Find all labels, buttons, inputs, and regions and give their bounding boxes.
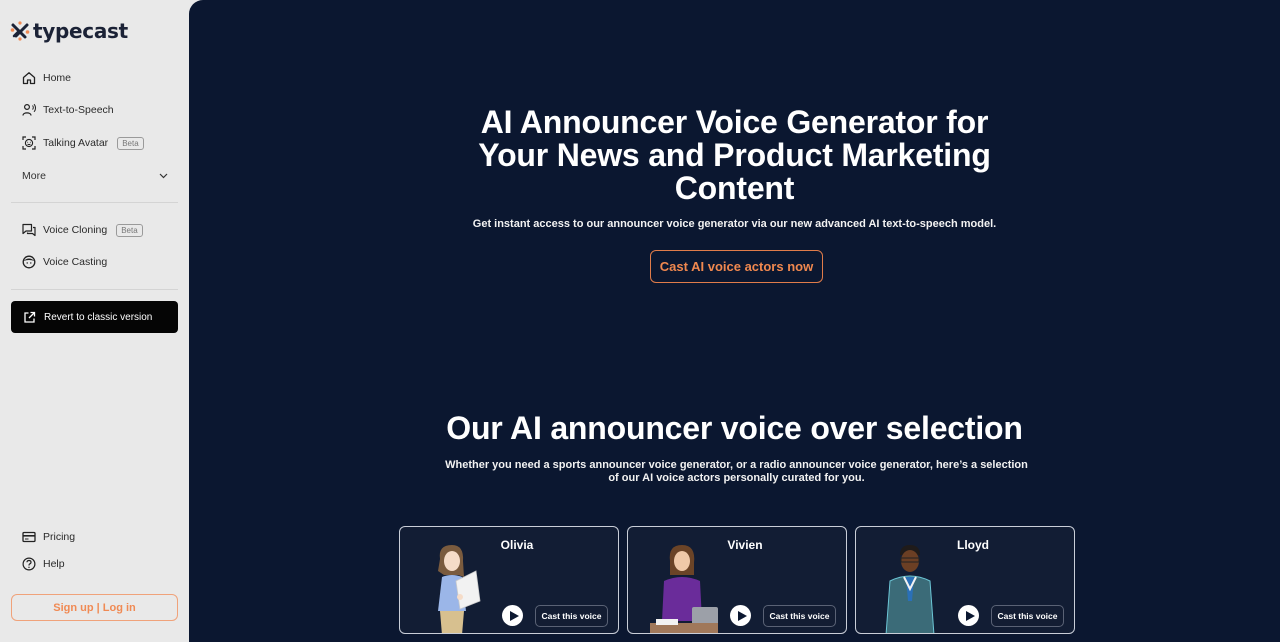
voice-actor-name: Lloyd [957,538,989,552]
sidebar-item-label: Help [43,558,65,570]
play-icon [737,610,747,621]
sidebar-item-voice-cloning[interactable]: Voice Cloning Beta [22,220,143,240]
voice-card: Olivia Cast this voice [399,526,619,634]
voice-actor-name: Olivia [500,538,534,552]
main-content: AI Announcer Voice Generator for Your Ne… [189,0,1280,642]
external-link-icon [24,311,36,323]
cast-this-voice-button[interactable]: Cast this voice [991,605,1064,627]
sidebar-item-label: Talking Avatar [43,137,109,149]
hero-title-line: Content [674,170,795,206]
more-label: More [22,170,46,182]
chevron-down-icon [159,173,168,179]
logo-text: typecast [33,19,128,43]
sidebar-divider [11,289,178,290]
sidebar-item-help[interactable]: Help [22,554,65,574]
lloyd-avatar [885,545,935,633]
revert-classic-button[interactable]: Revert to classic version [11,301,178,333]
sidebar-item-label: Text-to-Speech [43,104,114,116]
cast-this-voice-button[interactable]: Cast this voice [763,605,836,627]
logo-mark-icon [10,21,30,41]
selection-title: Our AI announcer voice over selection [446,410,1023,446]
sidebar-item-label: Pricing [43,531,76,543]
chat-bubbles-icon [22,223,36,237]
play-sample-button[interactable] [502,605,523,626]
hero-title: AI Announcer Voice Generator for Your Ne… [189,106,1280,205]
face-scan-icon [22,136,36,150]
voice-actor-name: Vivien [727,538,763,552]
cast-this-voice-button[interactable]: Cast this voice [535,605,608,627]
signup-login-button[interactable]: Sign up | Log in [11,594,178,621]
beta-badge: Beta [117,136,144,150]
sidebar-item-talking-avatar[interactable]: Talking Avatar Beta [22,133,144,153]
sidebar-item-label: Voice Casting [43,256,108,268]
hero-title-line: AI Announcer Voice Generator for [480,104,989,140]
voice-card: Vivien Cast this voice [627,526,847,634]
sidebar-item-home[interactable]: Home [22,68,71,88]
sidebar-item-pricing[interactable]: Pricing [22,527,75,547]
sidebar-item-label: Voice Cloning [43,224,108,236]
play-icon [965,610,975,621]
sidebar: typecast Home Text-to-Speech Talking Ava… [0,0,189,642]
vivien-avatar [650,545,718,633]
more-dropdown[interactable]: More [22,168,168,184]
help-circle-icon [22,557,36,571]
voice-card: Lloyd Cast this voice [855,526,1075,634]
beta-badge: Beta [116,223,143,237]
sidebar-item-voice-casting[interactable]: Voice Casting [22,252,107,272]
hero-subtitle: Get instant access to our announcer voic… [472,218,997,230]
sidebar-divider [11,202,178,203]
sidebar-item-label: Home [43,72,72,84]
revert-label: Revert to classic version [44,311,153,323]
home-icon [22,71,36,85]
cast-voice-actors-button[interactable]: Cast AI voice actors now [650,250,823,283]
play-icon [509,610,519,621]
speaker-person-icon [22,103,36,117]
selection-subtitle: Whether you need a sports announcer voic… [445,459,1028,484]
olivia-avatar [438,545,481,633]
typecast-logo[interactable]: typecast [10,19,128,43]
face-icon [22,255,36,269]
play-sample-button[interactable] [958,605,979,626]
credit-card-icon [22,530,36,544]
hero-title-line: Your News and Product Marketing [478,137,991,173]
sidebar-item-text-to-speech[interactable]: Text-to-Speech [22,100,114,120]
play-sample-button[interactable] [730,605,751,626]
